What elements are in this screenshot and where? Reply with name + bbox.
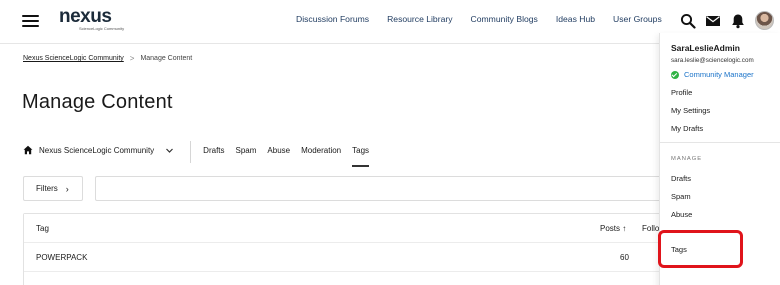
column-header-followers[interactable]: Follo (642, 224, 659, 233)
nav-resource-library[interactable]: Resource Library (387, 14, 452, 24)
bell-icon[interactable] (730, 13, 746, 29)
nav-ideas-hub[interactable]: Ideas Hub (556, 14, 595, 24)
table-row[interactable]: POWERPACK 60 (24, 243, 682, 272)
posts-count-cell: 60 (620, 253, 629, 262)
content-tabs-bar: Nexus ScienceLogic Community Drafts Spam… (23, 141, 380, 169)
user-menu-my-settings[interactable]: My Settings (671, 106, 710, 115)
tabs-divider (190, 141, 192, 163)
tab-abuse[interactable]: Abuse (267, 141, 290, 167)
community-selector-label: Nexus ScienceLogic Community (39, 145, 155, 155)
column-header-tag[interactable]: Tag (36, 224, 49, 233)
nav-user-groups[interactable]: User Groups (613, 14, 662, 24)
filters-label: Filters (36, 184, 58, 193)
hamburger-menu-icon[interactable] (22, 15, 39, 27)
chevron-down-icon (166, 148, 174, 153)
filters-button[interactable]: Filters › (23, 176, 83, 201)
user-menu-username: SaraLeslieAdmin (671, 43, 740, 53)
chevron-right-icon: › (65, 183, 69, 194)
nexus-logo[interactable]: nexus ScienceLogic Community (59, 7, 124, 31)
check-circle-icon (671, 70, 679, 79)
community-selector[interactable]: Nexus ScienceLogic Community (23, 141, 174, 155)
home-icon (23, 145, 33, 155)
breadcrumb-separator: > (129, 54, 135, 63)
logo-text: nexus (59, 6, 112, 27)
user-menu-profile[interactable]: Profile (671, 88, 692, 97)
nav-discussion-forums[interactable]: Discussion Forums (296, 14, 369, 24)
user-menu-role[interactable]: Community Manager (671, 70, 754, 79)
tag-name-cell[interactable]: POWERPACK (36, 253, 87, 262)
search-input[interactable] (95, 176, 675, 201)
user-menu-my-drafts[interactable]: My Drafts (671, 124, 703, 133)
tab-tags[interactable]: Tags (352, 141, 370, 167)
breadcrumb-root-link[interactable]: Nexus ScienceLogic Community (23, 55, 124, 62)
tags-table: Tag Posts ↑ Follo POWERPACK 60 (23, 213, 683, 285)
breadcrumb-current: Manage Content (140, 55, 193, 62)
user-menu-manage-tags[interactable]: Tags (671, 245, 687, 254)
tab-moderation[interactable]: Moderation (301, 141, 341, 167)
user-menu-manage-drafts[interactable]: Drafts (671, 174, 691, 183)
user-menu-manage-heading: MANAGE (671, 156, 703, 162)
user-avatar[interactable] (755, 11, 774, 30)
tab-spam[interactable]: Spam (236, 141, 257, 167)
user-menu-manage-spam[interactable]: Spam (671, 192, 691, 201)
user-menu-email: sara.leslie@sciencelogic.com (671, 57, 754, 64)
page-title: Manage Content (22, 91, 173, 113)
table-header-row: Tag Posts ↑ Follo (24, 214, 682, 243)
logo-subtext: ScienceLogic Community (79, 26, 125, 31)
main-nav: Discussion Forums Resource Library Commu… (296, 14, 680, 24)
user-menu-divider (660, 142, 780, 143)
mail-icon[interactable] (705, 13, 721, 29)
user-menu-manage-abuse[interactable]: Abuse (671, 210, 692, 219)
tab-drafts[interactable]: Drafts (203, 141, 224, 167)
breadcrumb: Nexus ScienceLogic Community > Manage Co… (23, 54, 192, 63)
header-actions (680, 11, 774, 30)
nav-community-blogs[interactable]: Community Blogs (471, 14, 538, 24)
column-header-posts[interactable]: Posts ↑ (600, 224, 626, 233)
user-menu-role-label: Community Manager (684, 70, 754, 79)
search-icon[interactable] (680, 13, 696, 29)
user-menu-dropdown: SaraLeslieAdmin sara.leslie@sciencelogic… (659, 33, 780, 285)
